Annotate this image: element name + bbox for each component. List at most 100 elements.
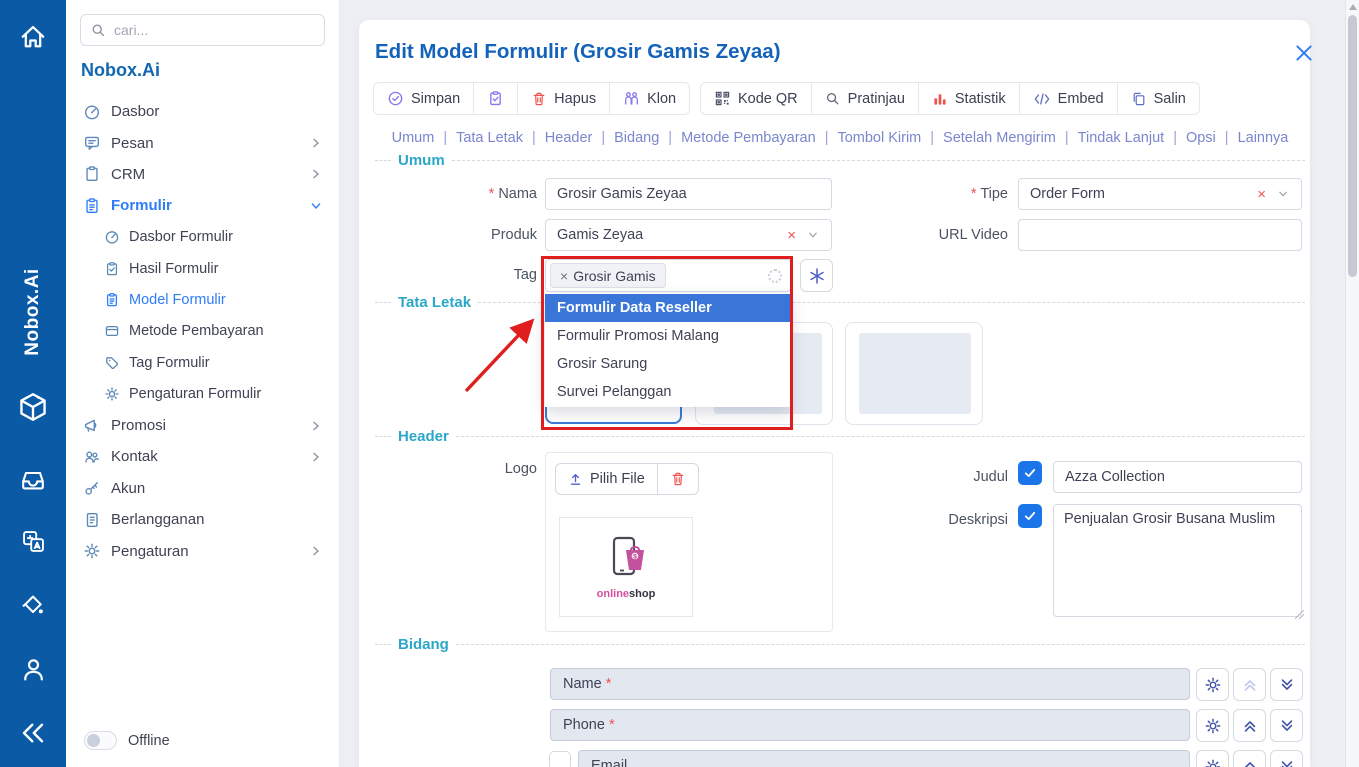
deskripsi-checkbox[interactable] <box>1018 504 1042 528</box>
section-label: Bidang <box>398 636 449 653</box>
chip-remove-icon[interactable]: × <box>560 268 568 284</box>
dropdown-option[interactable]: Formulir Data Reseller <box>545 294 791 322</box>
double-chevron-down-icon <box>1278 758 1296 767</box>
clear-icon[interactable]: × <box>1257 186 1266 203</box>
required-mark: * <box>609 717 615 733</box>
field-settings-button[interactable] <box>1196 750 1229 767</box>
field-move-up-button[interactable] <box>1233 668 1266 701</box>
scrollbar-thumb[interactable] <box>1348 15 1357 277</box>
tab-metode-pembayaran[interactable]: Metode Pembayaran <box>681 130 837 146</box>
judul-checkbox[interactable] <box>1018 461 1042 485</box>
section-label: Header <box>398 428 449 445</box>
sidebar-item-metode-pembayaran[interactable]: Metode Pembayaran <box>66 316 340 347</box>
double-chevron-up-icon <box>1241 758 1259 767</box>
field-move-up-button[interactable] <box>1233 750 1266 767</box>
inbox-icon[interactable] <box>0 466 66 494</box>
home-icon[interactable] <box>0 22 66 52</box>
judul-label: Judul <box>888 469 1008 485</box>
sidebar-item-formulir[interactable]: Formulir <box>66 190 340 221</box>
field-settings-button[interactable] <box>1196 709 1229 742</box>
field-move-up-button[interactable] <box>1233 709 1266 742</box>
dropdown-option[interactable]: Grosir Sarung <box>545 350 791 378</box>
choose-file-button[interactable]: Pilih File <box>555 463 658 495</box>
clone-button[interactable]: Klon <box>609 82 690 115</box>
sidebar-item-pengaturan[interactable]: Pengaturan <box>66 535 340 566</box>
tab-setelah-mengirim[interactable]: Setelah Mengirim <box>943 130 1078 146</box>
field-bar-phone[interactable]: Phone* <box>550 709 1190 741</box>
package-icon[interactable] <box>0 390 66 424</box>
vertical-scrollbar[interactable] <box>1345 0 1359 767</box>
sidebar-item-label: Dasbor <box>111 103 159 120</box>
tag-multiselect[interactable]: ×Grosir Gamis <box>545 259 791 292</box>
field-bar-name[interactable]: Name* <box>550 668 1190 700</box>
section-tata-letak: Tata Letak <box>375 294 1305 311</box>
nama-input[interactable] <box>545 178 832 210</box>
field-bar-email[interactable]: Email <box>578 750 1190 767</box>
dropdown-option[interactable]: Formulir Promosi Malang <box>545 322 791 350</box>
tab-lainnya[interactable]: Lainnya <box>1238 130 1289 146</box>
judul-input[interactable] <box>1053 461 1302 493</box>
deskripsi-textarea[interactable]: Penjualan Grosir Busana Muslim <box>1053 504 1302 617</box>
tab-header[interactable]: Header <box>545 130 614 146</box>
field-move-down-button[interactable] <box>1270 709 1303 742</box>
layout-tile-3[interactable] <box>845 322 983 425</box>
delete-button[interactable]: Hapus <box>517 82 610 115</box>
field-settings-button[interactable] <box>1196 668 1229 701</box>
search-input[interactable] <box>114 22 315 38</box>
tab-tata-letak[interactable]: Tata Letak <box>456 130 545 146</box>
sidebar-item-kontak[interactable]: Kontak <box>66 441 340 472</box>
asterisk-button[interactable] <box>800 259 833 292</box>
sidebar-item-pesan[interactable]: Pesan <box>66 127 340 158</box>
offline-toggle[interactable] <box>84 731 117 750</box>
credit-card-icon <box>104 323 120 339</box>
sidebar-item-model-formulir[interactable]: Model Formulir <box>66 284 340 315</box>
field-move-down-button[interactable] <box>1270 750 1303 767</box>
tab-umum[interactable]: Umum <box>392 130 456 146</box>
sidebar-item-hasil-formulir[interactable]: Hasil Formulir <box>66 253 340 284</box>
tab-bidang[interactable]: Bidang <box>614 130 681 146</box>
double-chevron-up-icon <box>1241 717 1259 735</box>
sidebar-item-dasbor[interactable]: Dasbor <box>66 96 340 127</box>
tipe-select[interactable]: Order Form × <box>1018 178 1302 210</box>
resize-handle[interactable] <box>1295 610 1304 619</box>
clone-people-icon <box>623 90 640 107</box>
tab-opsi[interactable]: Opsi <box>1186 130 1238 146</box>
sidebar-item-tag-formulir[interactable]: Tag Formulir <box>66 347 340 378</box>
translate-icon[interactable] <box>0 528 66 555</box>
close-icon[interactable] <box>1293 42 1315 64</box>
copy-button[interactable]: Salin <box>1117 82 1200 115</box>
search-box[interactable] <box>80 14 325 46</box>
offline-row: Offline <box>84 731 170 750</box>
field-move-down-button[interactable] <box>1270 668 1303 701</box>
tab-tindak-lanjut[interactable]: Tindak Lanjut <box>1078 130 1186 146</box>
sidebar-item-crm[interactable]: CRM <box>66 159 340 190</box>
sidebar-item-pengaturan-formulir[interactable]: Pengaturan Formulir <box>66 379 340 410</box>
scrollbar-up-arrow[interactable] <box>1349 4 1357 10</box>
collapse-sidebar-icon[interactable] <box>0 718 66 748</box>
clear-icon[interactable]: × <box>787 227 796 244</box>
sidebar-item-dasbor-formulir[interactable]: Dasbor Formulir <box>66 222 340 253</box>
preview-button[interactable]: Pratinjau <box>811 82 919 115</box>
deskripsi-label: Deskripsi <box>888 512 1008 528</box>
qr-code-button[interactable]: Kode QR <box>700 82 812 115</box>
save-button[interactable]: Simpan <box>373 82 474 115</box>
nama-label: * Nama <box>417 186 537 202</box>
megaphone-icon <box>83 417 101 435</box>
chevron-right-icon <box>308 449 324 465</box>
remove-logo-button[interactable] <box>657 463 699 495</box>
dropdown-option[interactable]: Survei Pelanggan <box>545 378 791 406</box>
statistics-button[interactable]: Statistik <box>918 82 1020 115</box>
clipboard-check-icon <box>104 261 120 277</box>
produk-select[interactable]: Gamis Zeyaa × <box>545 219 832 251</box>
user-icon[interactable] <box>0 655 66 684</box>
url-video-input[interactable] <box>1018 219 1302 251</box>
tab-tombol-kirim[interactable]: Tombol Kirim <box>837 130 943 146</box>
sidebar-item-akun[interactable]: Akun <box>66 473 340 504</box>
tag-dropdown: Formulir Data Reseller Formulir Promosi … <box>545 293 791 407</box>
paint-bucket-icon[interactable] <box>0 592 66 620</box>
email-field-checkbox[interactable] <box>549 751 571 767</box>
clipboard-check-button[interactable] <box>473 82 518 115</box>
sidebar-item-berlangganan[interactable]: Berlangganan <box>66 504 340 535</box>
embed-button[interactable]: Embed <box>1019 82 1118 115</box>
sidebar-item-promosi[interactable]: Promosi <box>66 410 340 441</box>
